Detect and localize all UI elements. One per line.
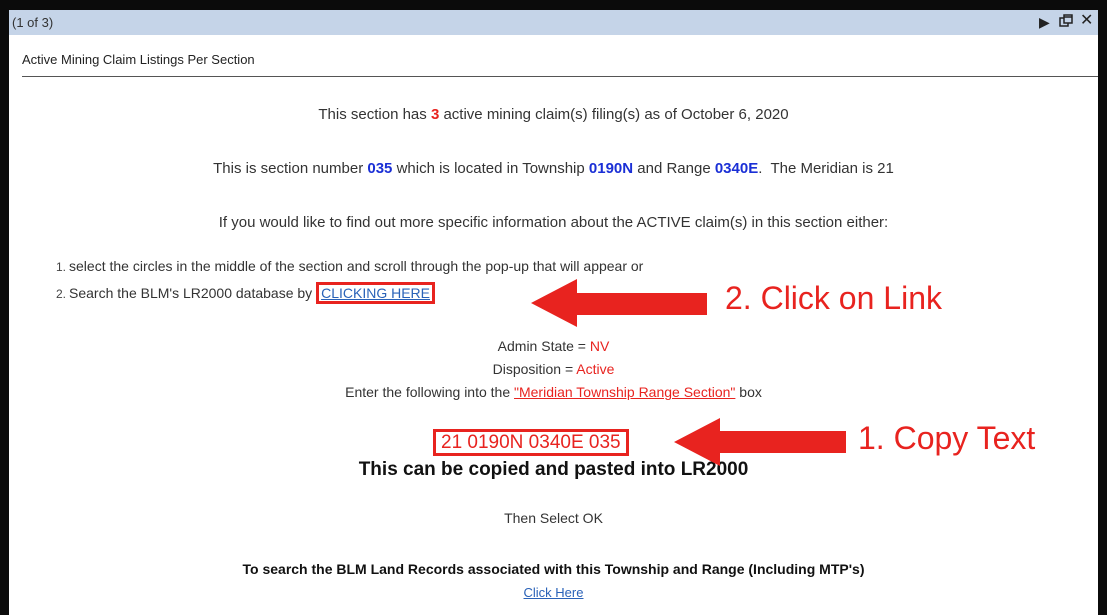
disposition-line: Disposition = Active xyxy=(9,361,1098,377)
section-text-mid2: and Range xyxy=(633,160,715,177)
land-records-heading: To search the BLM Land Records associate… xyxy=(242,561,865,577)
copy-text-annotation: 1. Copy Text xyxy=(858,420,1036,456)
step-2: 2. Search the BLM's LR2000 database by CL… xyxy=(56,282,435,304)
enter-instruction-line: Enter the following into the "Meridian T… xyxy=(9,384,1098,400)
claims-text-pre: This section has xyxy=(318,106,431,123)
section-text-pre: This is section number xyxy=(213,160,368,177)
mtrs-copy-text[interactable]: 21 0190N 0340E 035 xyxy=(433,429,629,456)
more-info-line: If you would like to find out more speci… xyxy=(218,214,889,231)
admin-state-label: Admin State = xyxy=(497,338,590,354)
popup-title: Active Mining Claim Listings Per Section xyxy=(22,52,255,67)
dock-window-icon[interactable] xyxy=(1059,14,1073,31)
land-records-link[interactable]: Click Here xyxy=(524,585,584,600)
disposition-label: Disposition = xyxy=(492,361,577,377)
section-info-line: This is section number 035 which is loca… xyxy=(9,160,1098,177)
section-text-mid1: which is located in Township xyxy=(392,160,589,177)
then-select-ok: Then Select OK xyxy=(504,510,603,526)
step-2-text: Search the BLM's LR2000 database by xyxy=(69,285,317,301)
step-1-number: 1. xyxy=(56,260,67,274)
click-link-annotation: 2. Click on Link xyxy=(725,280,942,316)
enter-text-post: box xyxy=(735,384,762,400)
link-highlight-box: CLICKING HERE xyxy=(316,282,435,304)
step-1-text: select the circles in the middle of the … xyxy=(69,258,644,274)
header-divider xyxy=(22,76,1098,77)
active-claims-line: This section has 3 active mining claim(s… xyxy=(9,106,1098,123)
arrow-left-icon xyxy=(674,418,846,466)
popup-window: (1 of 3) ▶ ✕ Active Mining Claim Listing… xyxy=(9,10,1098,615)
admin-state-line: Admin State = NV xyxy=(9,338,1098,354)
close-icon[interactable]: ✕ xyxy=(1080,13,1093,29)
range-value: 0340E xyxy=(714,160,759,177)
disposition-value: Active xyxy=(576,361,615,377)
next-feature-icon[interactable]: ▶ xyxy=(1039,14,1050,30)
meridian-text: . The Meridian is 21 xyxy=(758,160,894,177)
enter-text-pre: Enter the following into the xyxy=(345,384,515,400)
arrow-left-icon xyxy=(531,279,707,327)
section-number: 035 xyxy=(367,160,393,177)
step-2-number: 2. xyxy=(56,287,67,301)
click-here-line: Click Here xyxy=(9,585,1098,600)
feature-counter: (1 of 3) xyxy=(12,15,54,30)
claims-text-post: active mining claim(s) filing(s) as of O… xyxy=(439,106,789,123)
mtrs-box-link[interactable]: "Meridian Township Range Section" xyxy=(514,384,735,400)
popup-titlebar: (1 of 3) ▶ ✕ xyxy=(9,10,1098,35)
admin-state-value: NV xyxy=(589,338,610,354)
step-1: 1. select the circles in the middle of th… xyxy=(56,258,643,274)
township-value: 0190N xyxy=(588,160,634,177)
copy-paste-note: This can be copied and pasted into LR200… xyxy=(358,459,749,480)
lr2000-link[interactable]: CLICKING HERE xyxy=(321,285,430,301)
